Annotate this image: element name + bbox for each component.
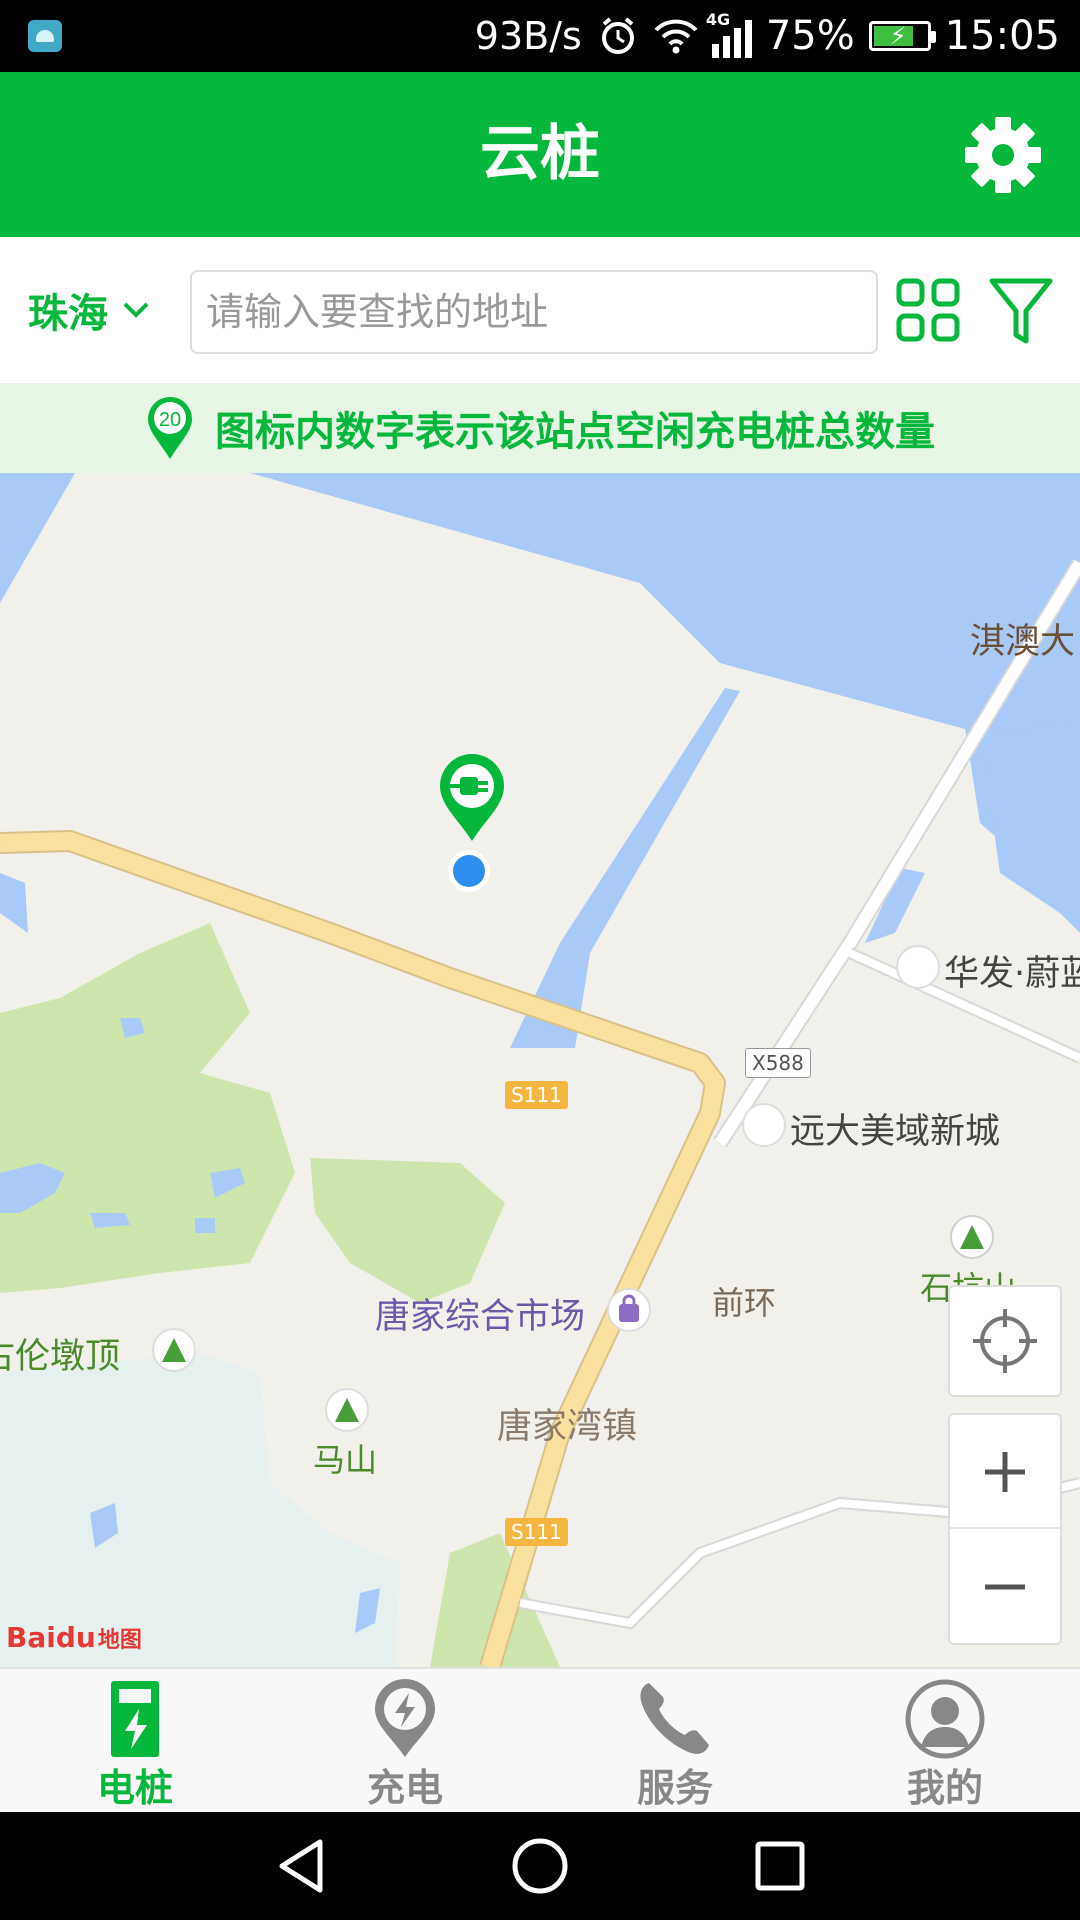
app-screen: 93B/s 4G 75% ⚡ 15:05 云桩 珠海 请输入要查找的地址 20 … [0,0,1080,1920]
search-input[interactable] [206,272,862,352]
minus-icon [985,1584,1025,1590]
nav-label: 我的 [906,1766,983,1810]
map-label-qiao-bridge: 淇澳大 [970,622,1076,662]
road-tag-s111: S111 [505,1518,568,1546]
search-row: 珠海 [0,237,1080,383]
locate-button[interactable] [948,1285,1062,1397]
user-icon [905,1679,985,1759]
status-bar: 93B/s 4G 75% ⚡ 15:05 [0,0,1080,72]
zoom-controls [948,1413,1062,1645]
nav-item-charge[interactable]: 充电 [270,1669,540,1814]
charging-pile-icon [111,1681,159,1757]
building-icon[interactable] [742,1103,786,1147]
nav-label: 充电 [366,1766,443,1810]
map-label-huafa[interactable]: 华发·蔚蓝 [944,945,1080,996]
search-box [190,270,878,354]
network-type: 4G [705,10,731,29]
filter-button[interactable] [988,277,1054,345]
home-icon[interactable] [510,1836,570,1896]
info-text: 图标内数字表示该站点空闲充电桩总数量 [215,409,935,455]
alarm-icon [596,14,640,58]
net-speed: 93B/s [474,14,582,58]
status-bar-right: 93B/s 4G 75% ⚡ 15:05 [475,0,1060,72]
station-marker-icon: 20 [148,397,192,459]
signal-icon: 4G [706,10,752,58]
map-label-yuanda[interactable]: 远大美域新城 [790,1103,1000,1154]
mountain-icon [152,1328,196,1372]
app-header: 云桩 [0,72,1080,237]
map-label-qianhuan: 前环 [712,1284,777,1322]
android-debug-icon [28,20,62,52]
plus-icon [985,1452,1025,1492]
phone-icon [640,1683,709,1754]
map-label-tangjiawan: 唐家湾镇 [497,1407,638,1447]
crosshair-icon [973,1309,1037,1373]
map-label-gulun: 金鼎古伦墩顶 [0,1337,121,1377]
filter-icon [989,278,1053,344]
mountain-icon [950,1215,994,1259]
building-icon[interactable] [896,945,940,989]
chevron-down-icon [123,302,149,318]
recents-icon[interactable] [750,1836,810,1896]
road-tag-x588: X588 [745,1048,811,1078]
zoom-out-button[interactable] [950,1531,1060,1643]
info-strip: 20 图标内数字表示该站点空闲充电桩总数量 [0,383,1080,473]
page-title: 云桩 [480,119,600,189]
back-icon[interactable] [272,1836,332,1896]
bottom-nav: 电桩 充电 服务 我的 [0,1667,1080,1812]
map-canvas [0,473,1080,1667]
marker-count: 20 [159,409,181,431]
settings-button[interactable] [958,110,1048,200]
nav-item-mine[interactable]: 我的 [810,1669,1080,1814]
map-view[interactable]: 淇澳大 华发·蔚蓝 X588 S111 远大美域新城 石坑山 唐家综合市场 前环… [0,473,1080,1667]
shopping-bag-icon[interactable] [607,1288,651,1332]
grid-view-button[interactable] [895,277,961,343]
nav-label: 服务 [636,1766,713,1810]
clock: 15:05 [944,13,1060,59]
road-tag-s111: S111 [505,1081,568,1109]
zoom-in-button[interactable] [950,1415,1060,1529]
map-label-mashan: 马山 [313,1441,378,1479]
nav-item-pile[interactable]: 电桩 [0,1669,270,1814]
wifi-icon [654,14,698,58]
system-nav-bar [0,1812,1080,1920]
gear-icon [965,117,1041,193]
city-selector[interactable]: 珠海 [28,277,150,343]
battery-charging-icon: ⚡ [868,21,936,51]
baidu-logo: Baidu地图 [6,1621,142,1654]
charge-location-icon [375,1679,435,1757]
charging-station-marker[interactable] [440,754,504,841]
nav-label: 电桩 [96,1766,173,1810]
grid-icon [896,278,960,342]
nav-item-service[interactable]: 服务 [540,1669,810,1814]
battery-percent: 75% [765,13,855,59]
mountain-icon [325,1388,369,1432]
city-label: 珠海 [28,291,108,337]
map-label-market[interactable]: 唐家综合市场 [375,1288,585,1339]
